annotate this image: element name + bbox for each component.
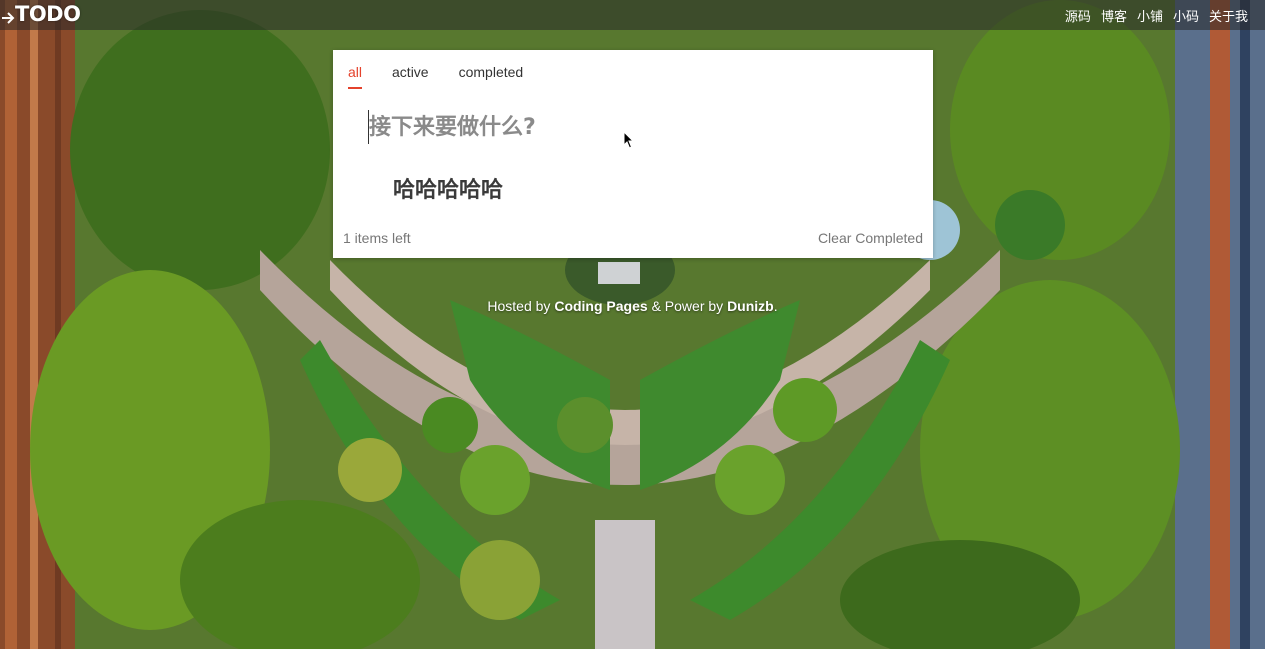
credit-author-link[interactable]: Dunizb xyxy=(727,298,774,314)
nav-link-shop[interactable]: 小铺 xyxy=(1137,6,1163,25)
tab-all[interactable]: all xyxy=(348,64,363,89)
tab-completed[interactable]: completed xyxy=(459,64,524,89)
todo-item-text: 哈哈哈哈哈 xyxy=(393,178,504,203)
filter-tabs: all active completed xyxy=(348,64,553,89)
new-todo-input[interactable] xyxy=(368,110,909,144)
nav-link-source[interactable]: 源码 xyxy=(1065,6,1091,25)
nav-link-blog[interactable]: 博客 xyxy=(1101,6,1127,25)
tab-active[interactable]: active xyxy=(392,64,429,89)
credit-hosted-by: Hosted by xyxy=(487,298,551,314)
items-left-count: 1 items left xyxy=(343,230,411,246)
nav-link-about[interactable]: 关于我 xyxy=(1209,6,1248,25)
header-bar: TODO 源码 博客 小铺 小码 关于我 xyxy=(0,0,1265,30)
top-nav: 源码 博客 小铺 小码 关于我 xyxy=(1055,0,1248,30)
todo-item[interactable]: 哈哈哈哈哈 xyxy=(393,171,893,205)
credit-line: Hosted by Coding Pages & Power by Dunizb… xyxy=(0,298,1265,314)
nav-link-code[interactable]: 小码 xyxy=(1173,6,1199,25)
arrow-right-icon[interactable] xyxy=(1,11,15,25)
credit-host-link[interactable]: Coding Pages xyxy=(554,298,647,314)
credit-end: . xyxy=(773,298,778,314)
app-logo[interactable]: TODO xyxy=(15,2,81,26)
brand: TODO xyxy=(0,0,81,30)
clear-completed-button[interactable]: Clear Completed xyxy=(818,230,923,246)
credit-power-by: & Power by xyxy=(651,298,724,314)
todo-panel: all active completed 哈哈哈哈哈 1 items left … xyxy=(333,50,933,258)
mouse-pointer-icon xyxy=(623,131,635,149)
